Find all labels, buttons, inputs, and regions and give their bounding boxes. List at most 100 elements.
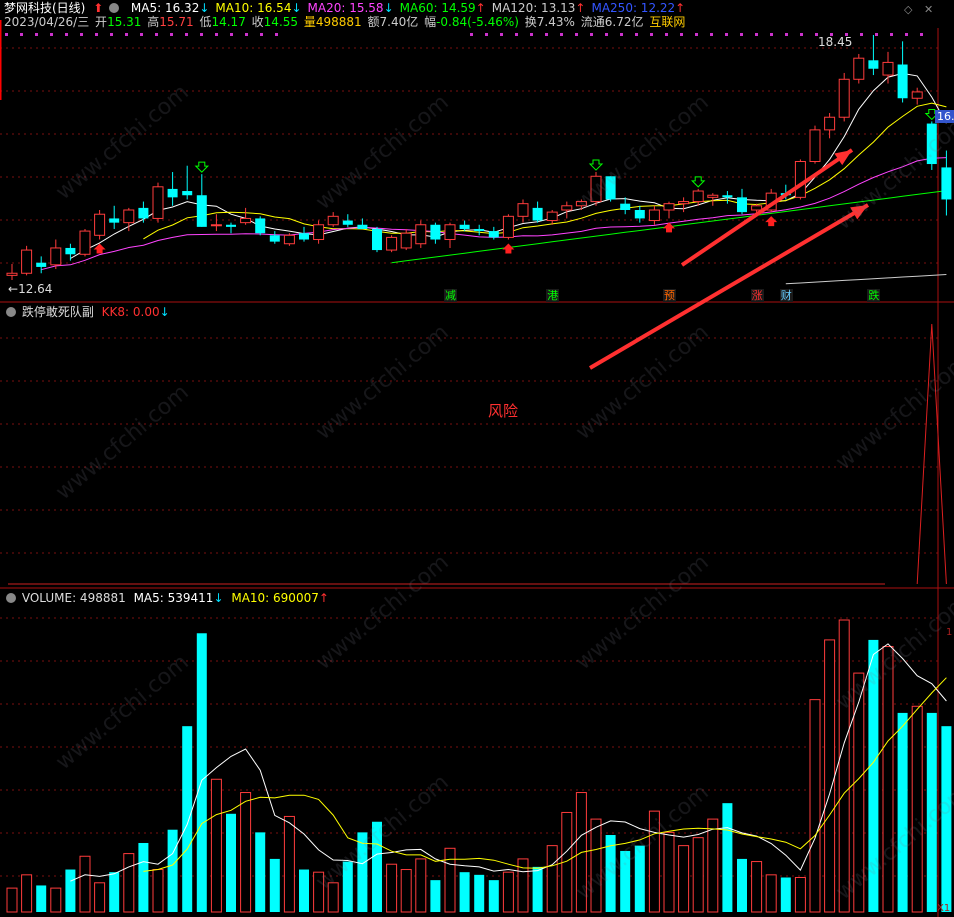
settings-dot-icon[interactable] xyxy=(6,307,16,317)
candle-body xyxy=(415,224,427,245)
top-dot-marker xyxy=(80,33,83,36)
top-dot-marker xyxy=(485,33,488,36)
top-dot-marker xyxy=(650,33,653,36)
candle-body xyxy=(94,213,106,236)
top-dot-marker xyxy=(275,33,278,36)
top-dot-marker xyxy=(890,33,893,36)
candle-body xyxy=(838,78,850,118)
down-arrow-icon: ↓ xyxy=(213,591,224,605)
candle-body xyxy=(853,57,865,80)
volume-bar xyxy=(94,882,106,913)
top-dot-marker xyxy=(620,33,623,36)
risk-annotation: 风险 xyxy=(488,402,519,420)
green-down-arrow-icon xyxy=(690,176,706,188)
top-dot-marker xyxy=(125,33,128,36)
volume-bar xyxy=(65,869,76,912)
top-dot-marker xyxy=(5,33,8,36)
down-arrow-icon: ↓ xyxy=(159,305,170,319)
volume-bar xyxy=(474,874,485,912)
top-dot-marker xyxy=(230,33,233,36)
candle-body xyxy=(532,207,543,221)
top-dot-marker xyxy=(695,33,698,36)
event-tag[interactable]: 跌 xyxy=(867,289,881,302)
red-up-arrow-icon xyxy=(765,216,778,227)
volume-bar xyxy=(415,858,427,913)
top-dot-marker xyxy=(725,33,728,36)
top-dot-marker xyxy=(575,33,578,36)
volume-bar xyxy=(663,831,675,913)
event-tag[interactable]: 预 xyxy=(663,289,676,302)
ma120-line xyxy=(785,274,947,285)
candle-body xyxy=(226,224,236,227)
candle-body xyxy=(313,224,325,241)
volume-bar xyxy=(138,842,149,912)
indicator-header: 跌停敢死队副 KK8: 0.00↓ xyxy=(4,305,170,319)
top-dot-marker xyxy=(740,33,743,36)
volume-bar xyxy=(751,861,763,913)
volume-bar xyxy=(123,853,135,913)
volume-bar xyxy=(707,818,719,913)
top-dot-marker xyxy=(185,33,188,36)
candle-body xyxy=(722,195,733,198)
event-tag[interactable]: 财 xyxy=(779,289,793,302)
candle-body xyxy=(911,91,923,99)
candle-body xyxy=(941,167,952,200)
candle-body xyxy=(327,215,339,226)
top-dot-marker xyxy=(590,33,593,36)
volume-bar xyxy=(737,858,747,912)
candle-body xyxy=(809,129,821,163)
kk8-value: KK8: 0.00 xyxy=(101,305,160,319)
candle-body xyxy=(182,191,193,196)
event-tag[interactable]: 涨 xyxy=(750,289,764,302)
top-dot-marker xyxy=(710,33,713,36)
top-dot-marker xyxy=(170,33,173,36)
candle-body xyxy=(751,205,763,211)
volume-ma5: MA5: 539411 xyxy=(133,591,214,605)
annotation-arrow-line xyxy=(680,148,854,267)
top-dot-marker xyxy=(65,33,68,36)
volume-bar xyxy=(722,803,733,912)
annotation-arrow-line xyxy=(588,203,870,370)
event-tag[interactable]: 港 xyxy=(546,289,560,302)
settings-dot-icon[interactable] xyxy=(6,593,16,603)
candle-body xyxy=(620,203,631,210)
candle-body xyxy=(210,224,222,227)
ma20-line xyxy=(41,157,947,271)
top-dot-marker xyxy=(920,33,923,36)
candle-body xyxy=(517,203,529,217)
candle-body xyxy=(152,186,164,219)
volume-bar xyxy=(444,847,456,913)
event-tag[interactable]: 减 xyxy=(444,289,457,302)
candle-body xyxy=(269,235,280,242)
volume-bar xyxy=(299,869,309,912)
annotation-arrow-head xyxy=(834,150,852,166)
top-dot-marker xyxy=(20,33,23,36)
candle-body xyxy=(707,194,719,198)
candle-body xyxy=(663,203,675,211)
candle-body xyxy=(240,217,252,224)
candle-body xyxy=(561,205,573,211)
max-price-label: 18.45 xyxy=(818,35,853,49)
candle-body xyxy=(400,232,412,249)
volume-bar xyxy=(809,699,821,913)
volume-bar xyxy=(430,880,441,912)
candle-body xyxy=(502,215,514,238)
volume-bar xyxy=(838,619,850,913)
top-dot-marker xyxy=(875,33,878,36)
green-down-arrow-icon xyxy=(588,159,604,171)
top-dot-marker xyxy=(665,33,668,36)
candle-body xyxy=(283,234,295,245)
candle-body xyxy=(459,224,470,229)
candle-body xyxy=(299,233,309,240)
top-dot-marker xyxy=(470,33,473,36)
candle-body xyxy=(794,161,806,198)
top-dot-marker xyxy=(50,33,53,36)
candle-body xyxy=(868,60,879,69)
candle-body xyxy=(36,262,47,267)
candle-body xyxy=(692,190,704,203)
volume-bar xyxy=(386,863,398,913)
volume-header: VOLUME: 498881 MA5: 539411↓ MA10: 690007… xyxy=(4,591,329,605)
top-dot-marker xyxy=(860,33,863,36)
candle-body xyxy=(634,210,645,219)
candle-body xyxy=(342,220,353,225)
